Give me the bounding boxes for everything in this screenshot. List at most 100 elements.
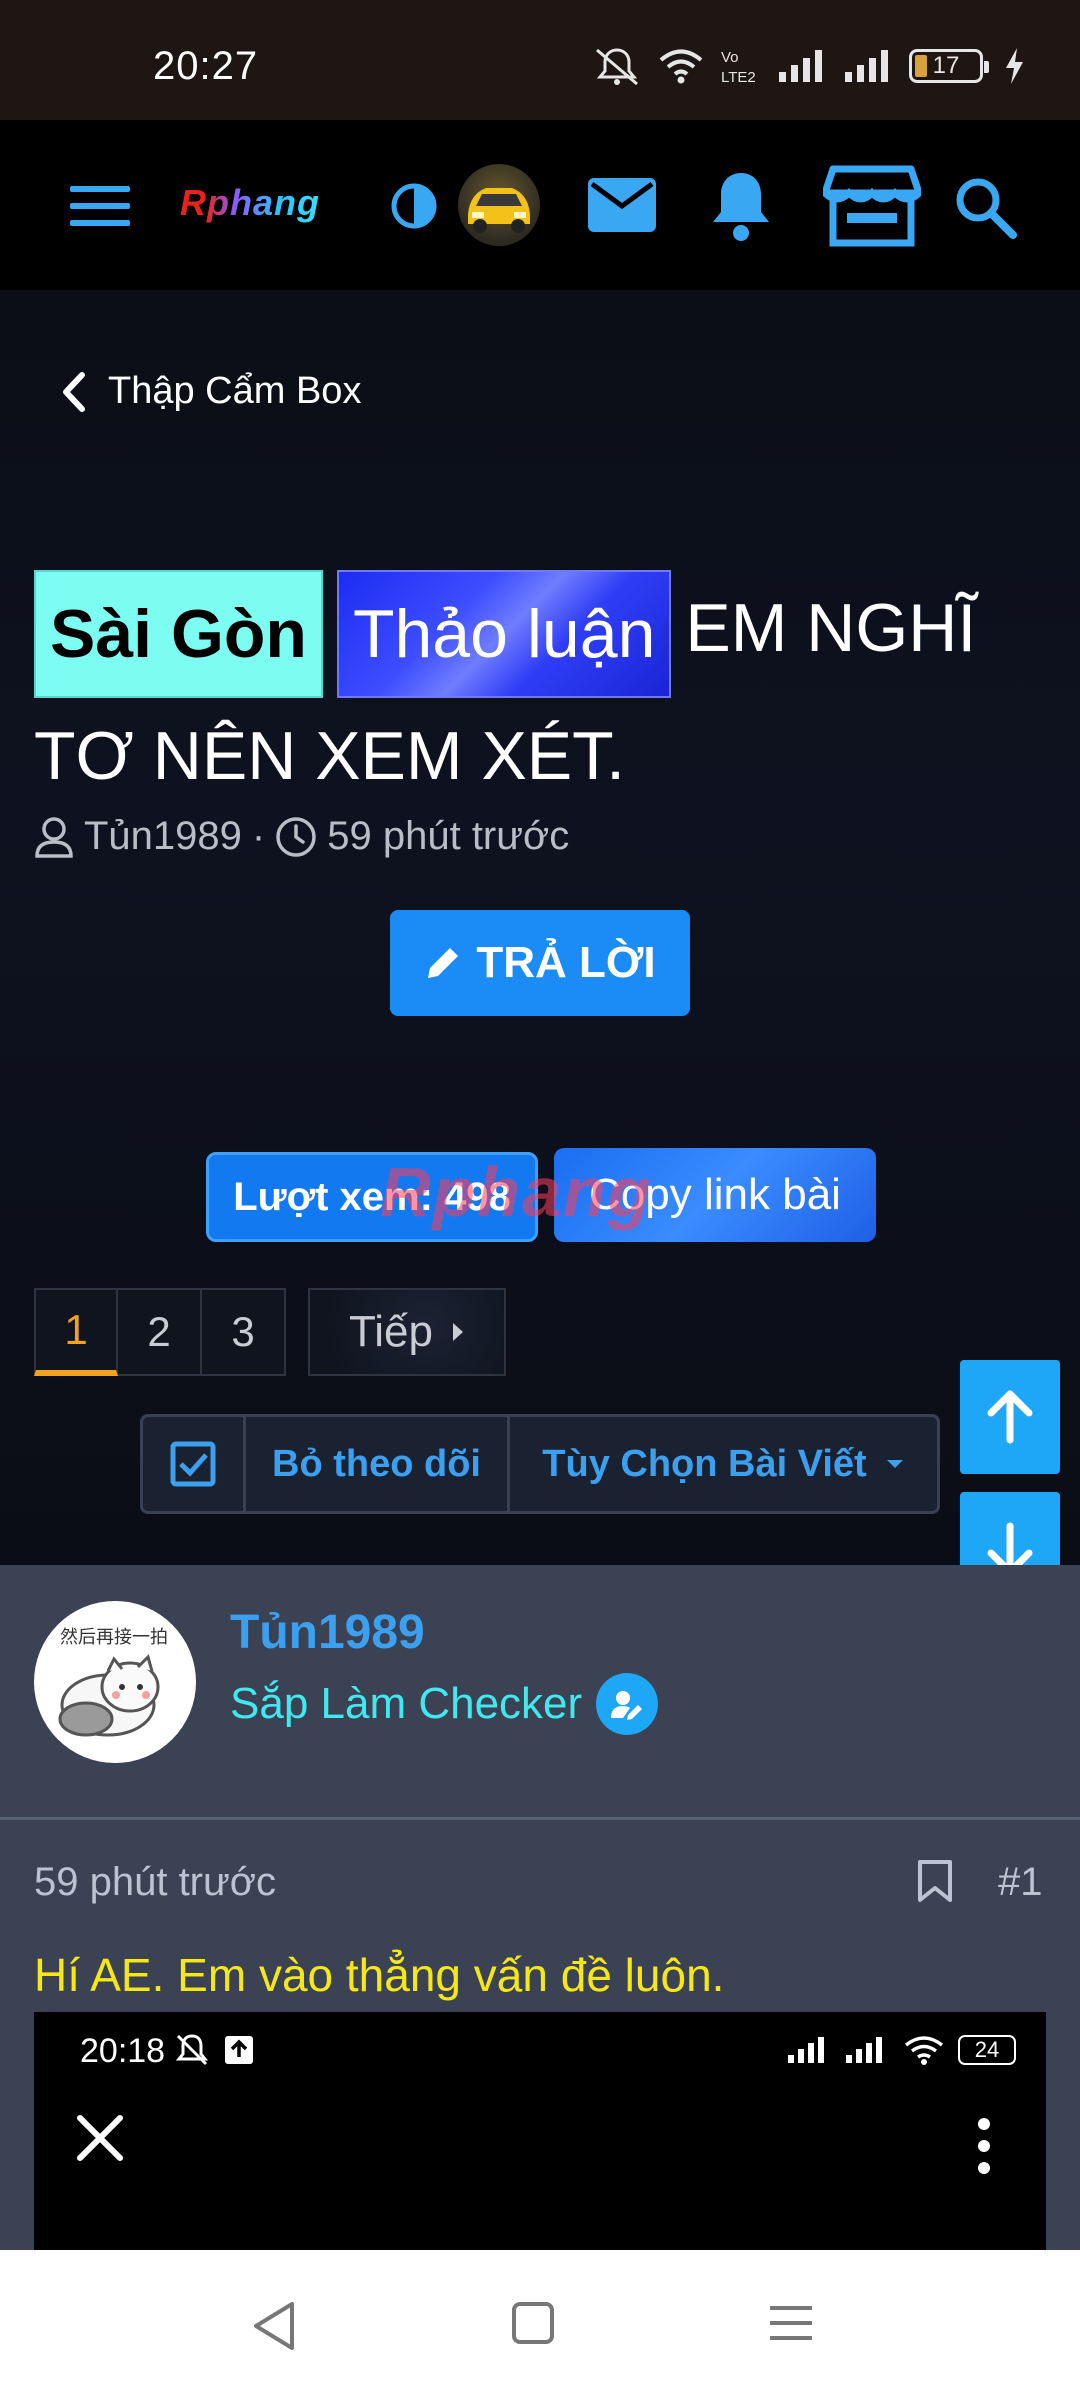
meta-separator: · bbox=[251, 814, 266, 858]
rank-badge bbox=[596, 1673, 659, 1735]
post-number[interactable]: #1 bbox=[998, 1860, 1043, 1905]
embed-more-button[interactable] bbox=[976, 2116, 992, 2181]
scroll-top-button[interactable] bbox=[960, 1360, 1060, 1474]
signal-2-icon bbox=[843, 48, 895, 84]
svg-text:Vo: Vo bbox=[721, 49, 739, 66]
unfollow-button[interactable]: Bỏ theo dõi bbox=[243, 1417, 507, 1511]
select-checkbox[interactable] bbox=[143, 1417, 243, 1511]
store-icon bbox=[823, 165, 921, 247]
reply-label: TRẢ LỜI bbox=[476, 938, 656, 987]
recents-menu-icon bbox=[770, 2306, 812, 2340]
thread-actions: Bỏ theo dõi Tùy Chọn Bài Viết bbox=[140, 1414, 940, 1514]
embed-battery-level: 24 bbox=[974, 2037, 1000, 2062]
back-button[interactable] bbox=[250, 2300, 298, 2357]
home-square-icon bbox=[512, 2302, 554, 2344]
store-button[interactable] bbox=[822, 162, 922, 250]
car-avatar-image bbox=[468, 188, 530, 233]
search-button[interactable] bbox=[950, 172, 1020, 242]
mute-icon bbox=[591, 46, 643, 86]
caret-down-icon bbox=[886, 1460, 903, 1468]
rank-label: Sắp Làm Checker bbox=[230, 1679, 583, 1728]
embed-wifi-icon bbox=[904, 2036, 944, 2065]
post-options-dropdown[interactable]: Tùy Chọn Bài Viết bbox=[507, 1417, 937, 1511]
user-icon bbox=[35, 816, 73, 858]
embed-battery-icon: 24 bbox=[958, 2035, 1016, 2065]
prefix-location-tag[interactable]: Sài Gòn bbox=[34, 570, 323, 698]
post-author-panel: 然后再接一拍 Tủn1989 Sắp Làm Checker bbox=[0, 1565, 1080, 1820]
home-button[interactable] bbox=[510, 2300, 556, 2351]
next-page-label: Tiếp bbox=[349, 1307, 433, 1356]
post-options-label: Tùy Chọn Bài Viết bbox=[542, 1442, 867, 1485]
breadcrumb[interactable]: Thập Cẩm Box bbox=[60, 370, 361, 413]
page-link-1[interactable]: 1 bbox=[34, 1288, 118, 1376]
bell-icon bbox=[713, 173, 769, 241]
thread-author[interactable]: Tủn1989 bbox=[84, 814, 242, 859]
back-triangle-icon bbox=[254, 2302, 294, 2350]
svg-text:LTE2: LTE2 bbox=[721, 69, 756, 86]
prefix-type-tag[interactable]: Thảo luận bbox=[336, 570, 672, 698]
views-counter: Lượt xem: 498 bbox=[206, 1152, 538, 1242]
status-icons: Vo LTE2 17 bbox=[591, 46, 1025, 86]
thread-header: Thập Cẩm Box Sài Gòn Thảo luận EM NGHĨ TƠ … bbox=[0, 290, 1080, 1565]
pencil-icon bbox=[428, 948, 459, 978]
theme-toggle-button[interactable] bbox=[386, 178, 442, 234]
breadcrumb-label: Thập Cẩm Box bbox=[108, 370, 362, 412]
cat-avatar-image: 然后再接一拍 bbox=[58, 1627, 168, 1737]
user-avatar[interactable] bbox=[458, 164, 540, 246]
battery-icon: 17 bbox=[909, 49, 989, 83]
battery-level: 17 bbox=[932, 52, 960, 79]
mail-icon bbox=[588, 178, 656, 232]
status-time: 20:27 bbox=[153, 44, 259, 88]
embedded-screenshot[interactable]: 20:18 24 bbox=[34, 2012, 1046, 2250]
menu-button[interactable] bbox=[64, 176, 136, 236]
menu-icon bbox=[70, 186, 130, 226]
post-time[interactable]: 59 phút trước bbox=[34, 1860, 276, 1905]
upload-icon bbox=[225, 2036, 253, 2064]
contrast-icon bbox=[391, 183, 437, 229]
post-username[interactable]: Tủn1989 bbox=[230, 1605, 425, 1660]
more-vertical-icon bbox=[978, 2118, 990, 2174]
copy-link-button[interactable]: Copy link bài bbox=[554, 1148, 876, 1242]
embed-status-icons bbox=[174, 2032, 254, 2068]
checkbox-icon bbox=[170, 1441, 216, 1487]
embed-signal-2-icon bbox=[846, 2037, 882, 2063]
signal-1-icon bbox=[777, 48, 829, 84]
volte-icon: Vo LTE2 bbox=[719, 46, 763, 86]
bell-off-icon bbox=[175, 2034, 209, 2066]
post-text: Hí AE. Em vào thẳng vấn đề luôn. bbox=[34, 1949, 725, 2001]
bookmark-icon bbox=[918, 1860, 952, 1902]
post-body: 59 phút trước #1 Hí AE. Em vào thẳng vấn… bbox=[0, 1820, 1080, 2250]
user-edit-icon bbox=[611, 1691, 643, 1720]
bookmark-button[interactable] bbox=[916, 1858, 954, 1909]
caret-right-icon bbox=[452, 1323, 463, 1341]
status-bar: 20:27 Vo LTE2 17 bbox=[0, 0, 1080, 120]
thread-title: Sài Gòn Thảo luận EM NGHĨ TƠ NÊN XEM XÉT. bbox=[34, 570, 1054, 814]
embed-signal-1-icon bbox=[788, 2037, 824, 2063]
page-link-3[interactable]: 3 bbox=[202, 1288, 286, 1376]
arrow-up-icon bbox=[987, 1390, 1033, 1444]
post-user-rank: Sắp Làm Checker bbox=[230, 1673, 659, 1735]
system-navigation-bar bbox=[0, 2250, 1080, 2400]
thread-time[interactable]: 59 phút trước bbox=[327, 814, 569, 859]
search-icon bbox=[956, 178, 1017, 239]
page-link-2[interactable]: 2 bbox=[118, 1288, 202, 1376]
clock-icon bbox=[276, 816, 316, 857]
recents-button[interactable] bbox=[768, 2300, 814, 2351]
notifications-button[interactable] bbox=[706, 166, 776, 246]
site-logo[interactable]: Rphang bbox=[180, 182, 320, 224]
app-navbar: Rphang bbox=[0, 120, 1080, 290]
svg-text:然后再接一拍: 然后再接一拍 bbox=[60, 1627, 168, 1648]
embed-status-time: 20:18 bbox=[80, 2032, 166, 2070]
messages-button[interactable] bbox=[584, 170, 660, 240]
embed-close-button[interactable] bbox=[74, 2112, 126, 2169]
close-icon bbox=[77, 2115, 123, 2161]
chevron-left-icon bbox=[63, 371, 85, 412]
reply-button[interactable]: TRẢ LỜI bbox=[390, 910, 690, 1016]
post-avatar[interactable]: 然后再接一拍 bbox=[34, 1601, 196, 1763]
next-page-button[interactable]: Tiếp bbox=[308, 1288, 506, 1376]
pagination: 1 2 3 Tiếp bbox=[34, 1288, 506, 1376]
charging-icon bbox=[1003, 47, 1025, 85]
wifi-icon bbox=[657, 47, 705, 85]
embed-status-right: 24 bbox=[786, 2034, 1016, 2066]
thread-meta: Tủn1989 · 59 phút trước bbox=[34, 814, 569, 859]
